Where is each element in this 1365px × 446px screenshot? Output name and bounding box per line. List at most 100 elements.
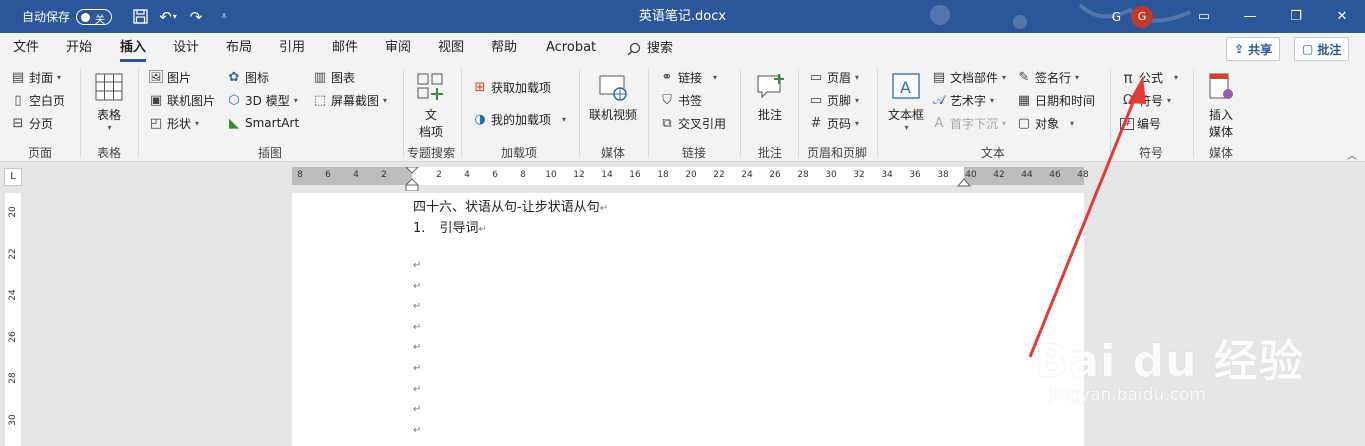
new-comment-button[interactable]: 批注: [750, 71, 790, 123]
online-video-button[interactable]: 联机视频: [587, 71, 639, 123]
cross-reference-button[interactable]: ⧉ 交叉引用: [659, 115, 726, 132]
object-button[interactable]: ▢ 对象 ▾: [1016, 115, 1074, 132]
ruler-tick-label: 22: [713, 170, 725, 180]
vertical-ruler-tick-label: 30: [8, 413, 18, 426]
tab-acrobat[interactable]: Acrobat: [546, 33, 596, 65]
tab-insert[interactable]: 插入: [120, 33, 147, 65]
ruler-tick-label: 2: [381, 170, 387, 180]
tab-home[interactable]: 开始: [66, 33, 92, 65]
cube-icon: ⬡: [228, 93, 240, 108]
document-page[interactable]: 四十六、状语从句-让步状语从句↵ 1. 引导词↵ ↵↵↵↵↵↵↵↵↵↵: [292, 193, 1084, 446]
tab-design[interactable]: 设计: [173, 33, 199, 65]
tab-mailings[interactable]: 邮件: [332, 33, 358, 65]
smartart-button[interactable]: ◣ SmartArt: [226, 115, 299, 131]
empty-paragraph-mark[interactable]: ↵: [413, 384, 421, 395]
tab-references[interactable]: 引用: [279, 33, 305, 65]
ruler-tick-label: 16: [629, 170, 641, 180]
close-button[interactable]: ✕: [1319, 0, 1365, 33]
tab-layout[interactable]: 布局: [226, 33, 252, 65]
quick-parts-button[interactable]: ▤ 文档部件 ▾: [931, 69, 1006, 86]
first-line-indent-marker[interactable]: [405, 167, 419, 191]
footer-button[interactable]: ▭ 页脚 ▾: [808, 92, 859, 109]
tab-file[interactable]: 文件: [13, 33, 39, 65]
header-icon: ▭: [809, 70, 823, 85]
tab-help[interactable]: 帮助: [491, 33, 517, 65]
symbol-button[interactable]: Ω 符号 ▾: [1120, 92, 1171, 109]
quick-parts-icon: ▤: [932, 70, 946, 85]
empty-paragraph-mark[interactable]: ↵: [413, 404, 421, 415]
tab-selector[interactable]: L: [4, 168, 22, 186]
restore-button[interactable]: ❐: [1273, 0, 1319, 33]
save-button[interactable]: [126, 4, 154, 30]
empty-paragraph-mark[interactable]: ↵: [413, 342, 421, 353]
page-number-button[interactable]: # 页码 ▾: [808, 115, 859, 132]
empty-paragraph-mark[interactable]: ↵: [413, 363, 421, 374]
avatar[interactable]: G: [1131, 5, 1153, 28]
chart-button[interactable]: ▥ 图表: [312, 69, 355, 86]
redo-button[interactable]: ↷: [182, 4, 210, 30]
get-addins-button[interactable]: ⊞ 获取加载项: [472, 79, 551, 96]
list-number: 1.: [413, 221, 426, 236]
avatar-letter: G: [1137, 10, 1147, 23]
online-picture-button[interactable]: ▣ 联机图片: [148, 92, 215, 109]
equation-button[interactable]: π 公式 ▾: [1120, 69, 1178, 87]
empty-paragraph-mark[interactable]: ↵: [413, 281, 421, 292]
tab-view[interactable]: 视图: [438, 33, 464, 65]
ruler-tick-label: 14: [601, 170, 613, 180]
empty-paragraph-mark[interactable]: ↵: [413, 260, 421, 271]
empty-paragraph-mark[interactable]: ↵: [413, 322, 421, 333]
empty-paragraph-mark[interactable]: ↵: [413, 425, 421, 436]
signature-line-button[interactable]: ✎ 签名行 ▾: [1016, 69, 1079, 86]
share-button[interactable]: ⇪ 共享: [1226, 37, 1281, 61]
picture-button[interactable]: 🖼 图片: [148, 69, 191, 86]
tab-review[interactable]: 审阅: [385, 33, 411, 65]
signature-label: 签名行: [1035, 71, 1072, 85]
right-indent-marker[interactable]: [957, 177, 971, 187]
svg-text:A: A: [900, 78, 911, 97]
page-number-icon: #: [810, 116, 822, 131]
vertical-ruler[interactable]: 20 22 24 26 28 30: [5, 193, 21, 446]
number-button[interactable]: # 编号: [1120, 115, 1161, 132]
cover-page-button[interactable]: ▤ 封面 ▾: [10, 69, 61, 86]
bookmark-button[interactable]: ⛉ 书签: [659, 92, 702, 109]
empty-paragraph-mark[interactable]: ↵: [413, 301, 421, 312]
3d-model-button[interactable]: ⬡ 3D 模型 ▾: [226, 92, 297, 109]
footer-label: 页脚: [827, 94, 852, 108]
page-break-button[interactable]: ⊟ 分页: [10, 115, 53, 132]
list-item[interactable]: 1. 引导词↵: [413, 217, 487, 236]
separator: [1193, 69, 1194, 157]
header-button[interactable]: ▭ 页眉 ▾: [808, 69, 859, 86]
wordart-icon: 𝒜: [932, 93, 946, 108]
autosave-toggle[interactable]: 关: [76, 8, 113, 26]
customize-quick-access-button[interactable]: ⩡: [210, 4, 238, 30]
ribbon-display-options-button[interactable]: ▭: [1181, 0, 1227, 33]
page-number-label: 页码: [827, 117, 852, 131]
minimize-button[interactable]: —: [1227, 0, 1273, 33]
document-heading[interactable]: 四十六、状语从句-让步状语从句↵: [413, 196, 608, 215]
chart-icon: ▥: [313, 70, 327, 85]
ruler-tick-label: 6: [325, 170, 331, 180]
blank-page-button[interactable]: ▯ 空白页: [10, 92, 65, 109]
drop-cap-button[interactable]: A 首字下沉 ▾: [931, 115, 1006, 132]
tell-me-search[interactable]: 搜索: [627, 33, 673, 65]
screenshot-button[interactable]: ⬚ 屏幕截图 ▾: [312, 92, 387, 109]
3d-model-label: 3D 模型: [245, 94, 290, 108]
watermark-main-text: Bai du 经验: [1035, 336, 1304, 387]
link-button[interactable]: ⚭ 链接 ▾: [659, 69, 717, 86]
icons-button[interactable]: ✿ 图标: [226, 69, 269, 86]
shapes-button[interactable]: ◰ 形状 ▾: [148, 115, 199, 132]
horizontal-ruler[interactable]: 8 6 4 2 2 4 6 8 10 12 14 16 18 20 22 24 26 28 30 32 34 36 38 40…: [292, 167, 1089, 191]
insert-media-button[interactable]: 插入 媒体: [1200, 71, 1242, 140]
table-button[interactable]: 表格 ▾: [90, 71, 128, 132]
group-label-symbols: 符号: [1138, 146, 1163, 160]
text-box-button[interactable]: A 文本框 ▾: [884, 71, 928, 132]
wordart-button[interactable]: 𝒜 艺术字 ▾: [931, 92, 994, 109]
comments-button[interactable]: ▢ 批注: [1294, 37, 1350, 61]
my-addins-button[interactable]: ◑ 我的加载项 ▾: [472, 111, 566, 128]
collapse-ribbon-button[interactable]: ︿: [1347, 147, 1357, 162]
date-time-button[interactable]: ▦ 日期和时间: [1016, 92, 1095, 109]
document-item-button[interactable]: 文 档项: [410, 71, 452, 140]
link-label: 链接: [678, 71, 703, 85]
undo-button[interactable]: ↶ ▾: [154, 4, 182, 30]
user-name: G: [1111, 9, 1121, 24]
